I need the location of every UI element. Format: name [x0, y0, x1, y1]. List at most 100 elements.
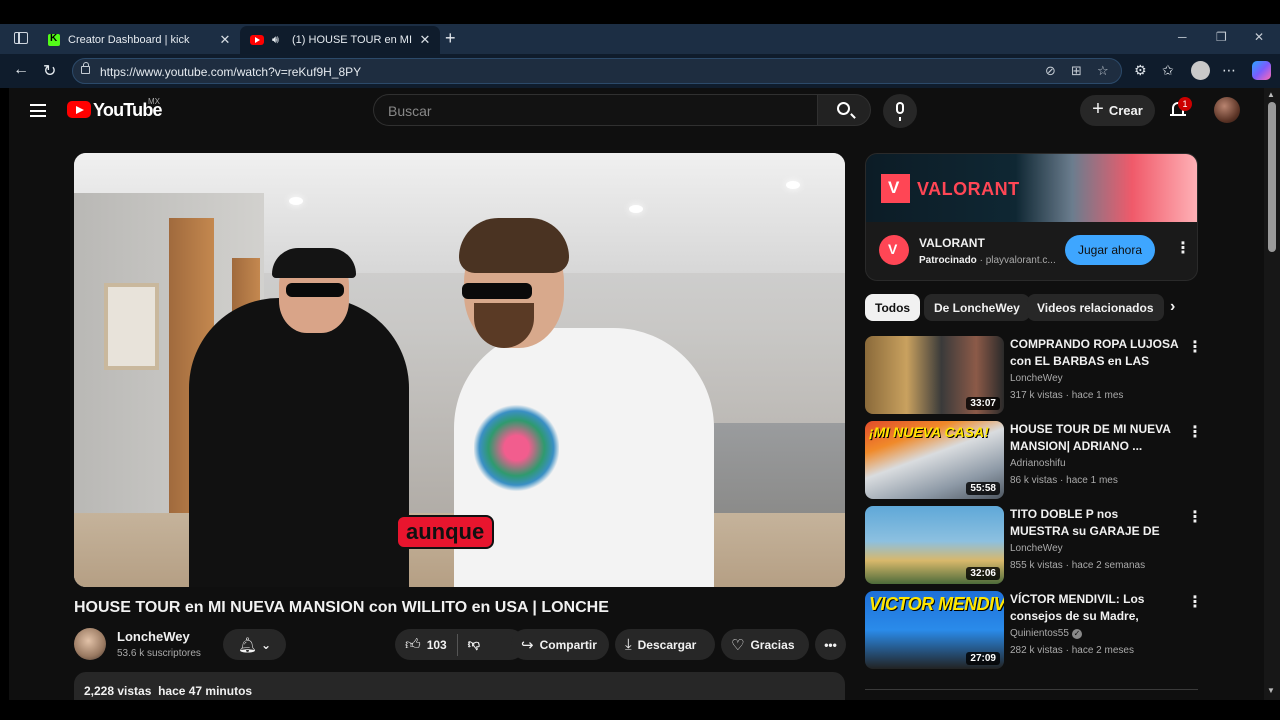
copilot-icon[interactable] [1252, 61, 1271, 80]
video-age: hace 2 semanas [1071, 560, 1146, 571]
description-box[interactable]: 2,228 vistas hace 47 minutos [74, 672, 845, 700]
close-icon[interactable]: ✕ [416, 32, 434, 48]
close-window-button[interactable]: ✕ [1254, 30, 1264, 44]
tab-youtube[interactable]: 🔊︎ (1) HOUSE TOUR en MI NUE ✕ [240, 26, 440, 54]
valorant-logo-icon [881, 174, 910, 203]
video-thumbnail[interactable]: 32:06 [865, 506, 1004, 584]
video-meta: 86 k vistas · hace 1 mes [1010, 475, 1118, 486]
video-thumbnail[interactable]: ¡MI NUEVA CASA! 55:58 [865, 421, 1004, 499]
ad-options-icon[interactable]: ⋮ [1175, 241, 1191, 257]
browser-profile-avatar[interactable] [1191, 61, 1210, 80]
region-code: MX [148, 97, 160, 106]
channel-name[interactable]: LoncheWey [117, 629, 190, 644]
video-views: 86 k vistas [1010, 475, 1058, 486]
kick-icon [48, 33, 60, 46]
share-button[interactable]: ↪ Compartir [511, 629, 609, 660]
create-button[interactable]: + Crear [1080, 95, 1155, 126]
recommended-video[interactable]: 32:06 TITO DOBLE P nos MUESTRA su GARAJE… [865, 506, 1203, 586]
scroll-up-icon[interactable]: ▲ [1267, 90, 1275, 99]
play-now-button[interactable]: Jugar ahora [1065, 235, 1155, 265]
video-options-icon[interactable]: ⋮ [1187, 425, 1203, 441]
minimize-button[interactable]: ─ [1178, 30, 1187, 44]
scroll-down-icon[interactable]: ▼ [1267, 686, 1275, 695]
menu-icon[interactable] [30, 104, 46, 117]
back-button[interactable]: ← [13, 61, 29, 79]
more-actions-button[interactable]: ••• [815, 629, 846, 660]
video-caption: aunque [396, 515, 495, 549]
video-views: 317 k vistas [1010, 390, 1063, 401]
video-channel[interactable]: LoncheWey [1010, 373, 1063, 384]
subscription-bell-button[interactable]: 🔔︎ ⌄ [223, 629, 286, 660]
video-age: hace 2 meses [1071, 645, 1134, 656]
ad-banner-image[interactable]: VALORANT [866, 154, 1197, 222]
bottom-edge [0, 700, 1280, 720]
advertiser-icon[interactable] [879, 235, 909, 265]
thanks-icon: ♡ [731, 636, 745, 654]
reload-button[interactable]: ↻ [43, 61, 56, 81]
video-options-icon[interactable]: ⋮ [1187, 510, 1203, 526]
url-text[interactable]: https://www.youtube.com/watch?v=reKuf9H_… [100, 65, 361, 79]
video-meta: 317 k vistas · hace 1 mes [1010, 390, 1124, 401]
share-label: Compartir [539, 637, 597, 652]
video-channel[interactable]: Adrianoshifu [1010, 458, 1066, 469]
chevron-right-icon[interactable]: › [1170, 298, 1175, 316]
scrollbar-thumb[interactable] [1268, 102, 1276, 252]
video-thumbnail[interactable]: VICTOR MENDIVIL 27:09 [865, 591, 1004, 669]
download-button[interactable]: ⤓ Descargar [615, 629, 715, 660]
read-aloud-icon[interactable]: ⊘ [1045, 63, 1056, 79]
youtube-logo-icon[interactable] [67, 101, 91, 118]
dislike-icon[interactable]: 👎︎ [468, 637, 480, 652]
video-options-icon[interactable]: ⋮ [1187, 340, 1203, 356]
new-tab-button[interactable]: + [445, 28, 456, 49]
person-left-cap [272, 248, 356, 278]
more-menu-icon[interactable]: ⋯ [1222, 62, 1236, 79]
video-thumbnail[interactable]: 33:07 [865, 336, 1004, 414]
page-scrollbar[interactable]: ▲ ▼ [1264, 88, 1280, 700]
video-title[interactable]: HOUSE TOUR DE MI NUEVA MANSION| ADRIANO … [1010, 421, 1180, 455]
address-bar[interactable]: https://www.youtube.com/watch?v=reKuf9H_… [72, 58, 1122, 84]
chip-todos[interactable]: Todos [865, 294, 921, 321]
channel-avatar[interactable] [74, 628, 106, 660]
video-channel[interactable]: LoncheWey [1010, 543, 1063, 554]
tab-actions-icon[interactable] [14, 32, 28, 44]
apps-icon[interactable]: ⊞ [1071, 63, 1082, 79]
video-title[interactable]: COMPRANDO ROPA LUJOSA con EL BARBAS en L… [1010, 336, 1180, 370]
recommended-video[interactable]: 33:07 COMPRANDO ROPA LUJOSA con EL BARBA… [865, 336, 1203, 416]
recommended-video[interactable]: ¡MI NUEVA CASA! 55:58 HOUSE TOUR DE MI N… [865, 421, 1203, 501]
video-channel-name[interactable]: Quinientos55 [1010, 628, 1069, 639]
voice-search-button[interactable] [883, 94, 917, 128]
download-icon: ⤓ [625, 636, 632, 653]
advertiser-name[interactable]: VALORANT [919, 236, 985, 250]
favorite-star-icon[interactable]: ☆ [1097, 63, 1109, 79]
search-button[interactable] [817, 94, 871, 126]
browser-tab-bar: Creator Dashboard | kick ✕ 🔊︎ (1) HOUSE … [0, 24, 1280, 54]
close-icon[interactable]: ✕ [216, 32, 234, 48]
video-duration: 32:06 [966, 567, 1000, 580]
plus-icon: + [1092, 98, 1104, 120]
speaker-icon[interactable]: 🔊︎ [272, 34, 286, 47]
restore-button[interactable]: ❐ [1216, 30, 1227, 44]
subscriber-count: 53.6 k suscriptores [117, 648, 201, 659]
account-avatar[interactable] [1214, 97, 1240, 123]
video-options-icon[interactable]: ⋮ [1187, 595, 1203, 611]
search-input[interactable]: Buscar [373, 94, 817, 126]
video-views: 282 k vistas [1010, 645, 1063, 656]
chip-de-lonchewey[interactable]: De LoncheWey [924, 294, 1030, 321]
like-icon[interactable]: 👍︎ [405, 636, 421, 654]
video-player[interactable]: aunque [74, 153, 845, 587]
tab-kick[interactable]: Creator Dashboard | kick ✕ [38, 26, 240, 54]
extensions-icon[interactable]: ⚙ [1134, 62, 1147, 79]
favorites-icon[interactable]: ✩ [1162, 62, 1174, 79]
like-count[interactable]: 103 [427, 638, 447, 652]
thanks-button[interactable]: ♡ Gracias [721, 629, 809, 660]
ad-domain: playvalorant.c... [985, 255, 1056, 266]
video-channel[interactable]: Quinientos55 ✓ [1010, 628, 1082, 639]
lock-icon[interactable] [81, 62, 90, 74]
video-title[interactable]: VÍCTOR MENDIVIL: Los consejos de su Madr… [1010, 591, 1180, 625]
sponsored-line: Patrocinado · playvalorant.c... [919, 255, 1056, 266]
sponsored-ad-card[interactable]: VALORANT VALORANT Patrocinado · playvalo… [865, 153, 1198, 281]
video-title[interactable]: TITO DOBLE P nos MUESTRA su GARAJE DE CA… [1010, 506, 1180, 540]
chip-videos-relacionados[interactable]: Videos relacionados [1027, 294, 1164, 321]
bell-icon: 🔔︎ [237, 636, 257, 654]
recommended-video[interactable]: VICTOR MENDIVIL 27:09 VÍCTOR MENDIVIL: L… [865, 591, 1203, 671]
